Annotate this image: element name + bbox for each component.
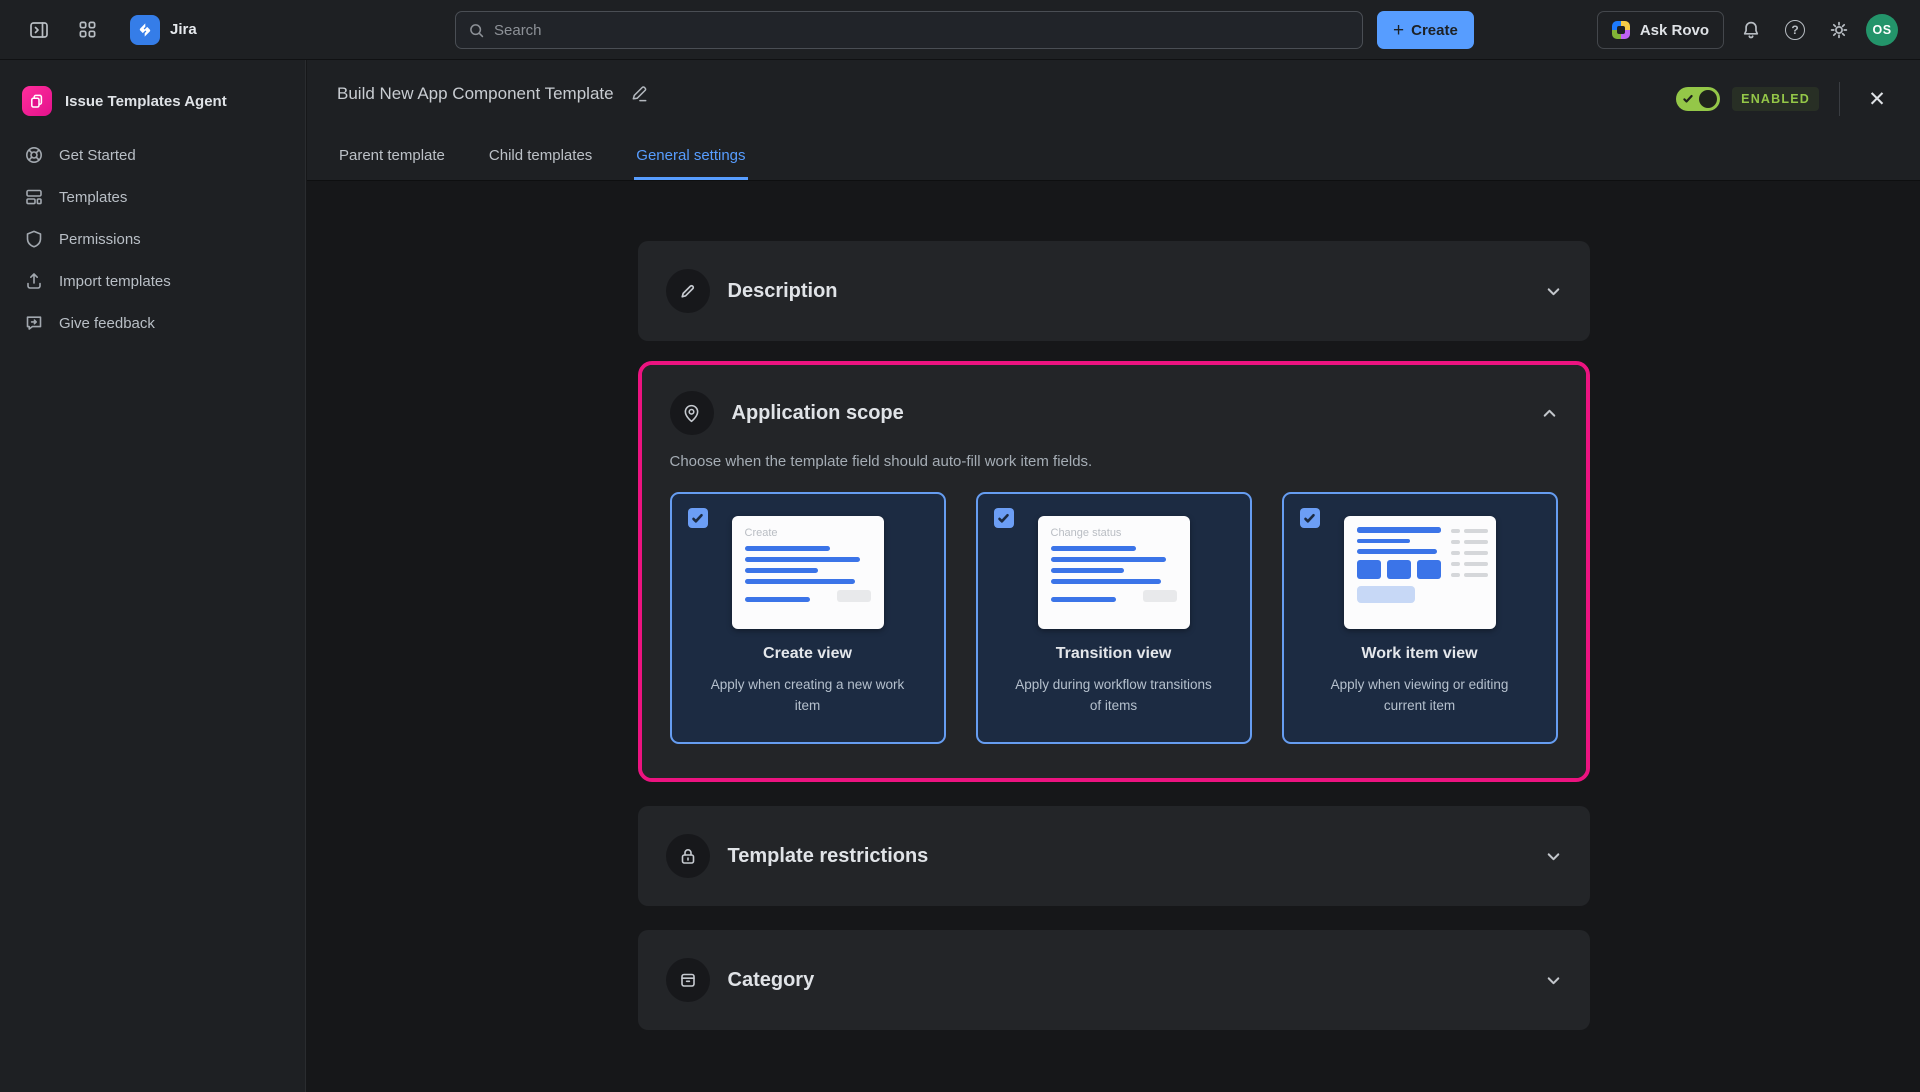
issue-templates-app-icon [22,86,52,116]
category-badge [666,958,710,1002]
sidebar-expand-icon [29,20,49,40]
search-icon [468,22,485,39]
settings-content: Description [307,181,1920,1092]
application-scope-badge [670,391,714,435]
template-restrictions-badge [666,834,710,878]
create-view-checkbox[interactable] [688,508,708,528]
section-title-template-restrictions: Template restrictions [728,845,929,868]
edit-title-pencil-icon[interactable] [630,85,649,104]
section-title-description: Description [728,280,838,303]
application-scope-header[interactable]: Application scope [670,391,1558,435]
archive-box-icon [678,970,698,990]
plus-icon: + [1393,21,1404,40]
section-description[interactable]: Description [638,241,1590,341]
scope-card-title: Work item view [1302,645,1538,663]
section-title-category: Category [728,969,815,992]
application-scope-highlight-border: Application scope Choose when the templa… [638,361,1590,782]
status-badge: ENABLED [1732,87,1819,111]
create-button[interactable]: + Create [1377,11,1474,49]
sidebar-expand-button[interactable] [22,13,56,47]
chevron-down-icon[interactable] [1545,972,1562,989]
gear-icon [1829,20,1849,40]
app-switcher-button[interactable] [70,13,104,47]
location-pin-icon [681,403,702,424]
scope-card-title: Create view [690,645,926,663]
header-divider [1839,82,1840,116]
template-panel-header: Build New App Component Template Parent … [307,60,1920,181]
scope-card-title: Transition view [996,645,1232,663]
app-switcher-grid-icon [78,20,97,39]
settings-button[interactable] [1822,13,1856,47]
user-avatar[interactable]: OS [1866,14,1898,46]
section-category[interactable]: Category [638,930,1590,1030]
search-input[interactable] [494,22,1350,39]
chevron-down-icon[interactable] [1545,848,1562,865]
feedback-bubble-icon [24,313,44,333]
close-panel-button[interactable]: ✕ [1860,82,1894,116]
section-application-scope: Application scope Choose when the templa… [642,365,1586,778]
upload-icon [24,271,44,291]
rovo-logo-icon [1612,21,1630,39]
tab-parent-template[interactable]: Parent template [337,147,447,180]
help-icon: ? [1785,20,1805,40]
scope-card-description: Apply when viewing or editing current it… [1315,675,1525,717]
work-item-view-checkbox[interactable] [1300,508,1320,528]
global-search[interactable] [455,11,1363,49]
transition-view-illustration: Change status [1038,516,1190,629]
scope-card-description: Apply when creating a new work item [703,675,913,717]
top-app-bar: Jira + Create Ask Rovo [0,0,1920,60]
app-name: Jira [170,21,197,38]
lock-icon [678,846,698,866]
toggle-check-icon [1682,93,1694,105]
work-item-view-illustration [1344,516,1496,629]
sidebar-app-title: Issue Templates Agent [65,93,227,110]
notifications-button[interactable] [1734,13,1768,47]
enabled-toggle[interactable] [1676,87,1720,111]
settings-tabs: Parent template Child templates General … [337,147,748,180]
sidebar: Issue Templates Agent Get Started Templa… [0,60,306,1092]
transition-view-checkbox[interactable] [994,508,1014,528]
shield-icon [24,229,44,249]
toggle-knob [1699,90,1717,108]
tab-child-templates[interactable]: Child templates [487,147,594,180]
chevron-up-icon[interactable] [1541,405,1558,422]
chevron-down-icon[interactable] [1545,283,1562,300]
template-title: Build New App Component Template [337,84,614,104]
ask-rovo-button[interactable]: Ask Rovo [1597,11,1724,49]
main-panel: Build New App Component Template Parent … [307,60,1920,1092]
sidebar-item-import-templates[interactable]: Import templates [12,260,293,302]
tab-general-settings[interactable]: General settings [634,147,747,180]
sidebar-item-permissions[interactable]: Permissions [12,218,293,260]
lifebuoy-icon [24,145,44,165]
scope-card-create-view[interactable]: Create Create view Apply when creating a… [670,492,946,744]
sidebar-item-give-feedback[interactable]: Give feedback [12,302,293,344]
scope-card-transition-view[interactable]: Change status Transition view Apply duri… [976,492,1252,744]
close-icon: ✕ [1868,87,1886,112]
pen-icon [677,281,698,302]
application-scope-subtitle: Choose when the template field should au… [670,453,1558,470]
jira-logo-icon [130,15,160,45]
sidebar-item-get-started[interactable]: Get Started [12,134,293,176]
scope-options-row: Create Create view Apply when creating a… [670,492,1558,744]
sidebar-app-header[interactable]: Issue Templates Agent [12,80,293,134]
jira-home-link[interactable]: Jira [130,15,197,45]
create-view-illustration: Create [732,516,884,629]
section-template-restrictions[interactable]: Template restrictions [638,806,1590,906]
description-badge [666,269,710,313]
bell-icon [1741,20,1761,40]
section-title-application-scope: Application scope [732,402,904,425]
sidebar-item-templates[interactable]: Templates [12,176,293,218]
help-button[interactable]: ? [1778,13,1812,47]
templates-layout-icon [24,187,44,207]
scope-card-description: Apply during workflow transitions of ite… [1009,675,1219,717]
scope-card-work-item-view[interactable]: Work item view Apply when viewing or edi… [1282,492,1558,744]
